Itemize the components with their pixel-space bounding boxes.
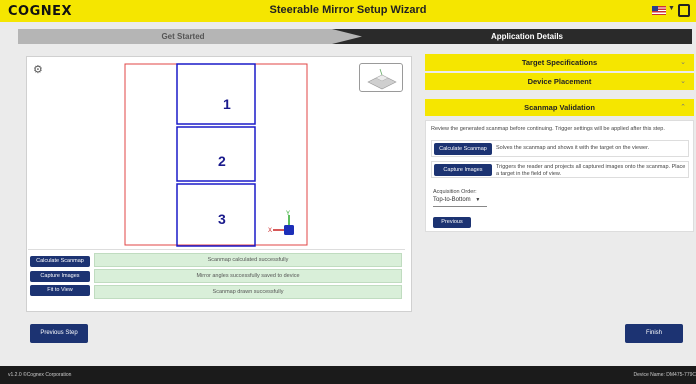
field-of-view-frame [124, 63, 308, 246]
top-bar: COGNEX Steerable Mirror Setup Wizard ▼ [0, 0, 696, 22]
cube-view-icon [367, 68, 397, 90]
scan-tile-3 [176, 183, 256, 247]
status-message: Mirror angles successfully saved to devi… [94, 269, 402, 283]
status-message: Scanmap calculated successfully [94, 253, 402, 267]
accordion-scanmap-validation[interactable]: Scanmap Validation ⌃ [425, 99, 694, 116]
calculate-description: Solves the scanmap and shows it with the… [496, 145, 650, 151]
acquisition-order-value: Top-to-Bottom [433, 197, 471, 203]
exit-icon[interactable] [678, 4, 690, 17]
footer: v1.2.0 ©Cognex Corporation Device Name: … [0, 366, 696, 384]
acquisition-order-select[interactable]: Top-to-Bottom ▼ [433, 197, 487, 207]
chevron-up-icon: ⌃ [680, 104, 686, 111]
status-message: Scanmap drawn successfully [94, 285, 402, 299]
capture-row: Capture Images Triggers the reader and p… [431, 161, 689, 178]
accordion-title: Device Placement [527, 77, 592, 86]
chevron-down-icon: ▼ [475, 197, 481, 203]
accordion-title: Scanmap Validation [524, 103, 595, 112]
step-application-details[interactable]: Application Details [332, 29, 692, 44]
gear-icon[interactable]: ⚙ [33, 63, 43, 76]
calculate-scanmap-button[interactable]: Calculate Scanmap [30, 256, 90, 267]
tile-label-2: 2 [218, 153, 226, 169]
3d-view-thumbnail[interactable] [359, 63, 403, 92]
calculate-row: Calculate Scanmap Solves the scanmap and… [431, 140, 689, 157]
chevron-down-icon: ⌄ [680, 59, 686, 66]
previous-button[interactable]: Previous [433, 217, 471, 228]
capture-images-button[interactable]: Capture Images [30, 271, 90, 282]
accordion-target-specifications[interactable]: Target Specifications ⌄ [425, 54, 694, 71]
y-axis-label: Y [286, 211, 290, 217]
tile-label-1: 1 [223, 96, 231, 112]
scan-tile-2 [176, 126, 256, 182]
scan-tile-1 [176, 63, 256, 125]
fit-to-view-button[interactable]: Fit to View [30, 285, 90, 296]
capture-description: Triggers the reader and projects all cap… [496, 164, 686, 177]
chevron-down-icon: ⌄ [680, 78, 686, 85]
axis-gizmo-icon: Y X [268, 211, 294, 235]
finish-button[interactable]: Finish [625, 324, 683, 343]
x-axis-label: X [268, 228, 272, 234]
device-name-label: Device Name: DM475-779C [633, 372, 696, 378]
capture-images-button[interactable]: Capture Images [434, 164, 492, 176]
app-title: Steerable Mirror Setup Wizard [269, 4, 427, 16]
us-flag-icon[interactable] [652, 6, 666, 15]
select-underline [433, 206, 487, 207]
tile-label-3: 3 [218, 211, 226, 227]
panel-intro: Review the generated scanmap before cont… [431, 126, 665, 132]
acquisition-order-label: Acquisition Order: [433, 189, 477, 195]
previous-step-button[interactable]: Previous Step [30, 324, 88, 343]
chevron-down-icon[interactable]: ▼ [668, 5, 675, 12]
accordion-title: Target Specifications [521, 58, 598, 67]
accordion-device-placement[interactable]: Device Placement ⌄ [425, 73, 694, 90]
scanmap-validation-panel: Review the generated scanmap before cont… [425, 120, 694, 232]
calculate-scanmap-button[interactable]: Calculate Scanmap [434, 143, 492, 155]
viewer-divider [28, 249, 405, 250]
version-label: v1.2.0 ©Cognex Corporation [8, 372, 72, 378]
step-get-started[interactable]: Get Started [18, 29, 378, 44]
